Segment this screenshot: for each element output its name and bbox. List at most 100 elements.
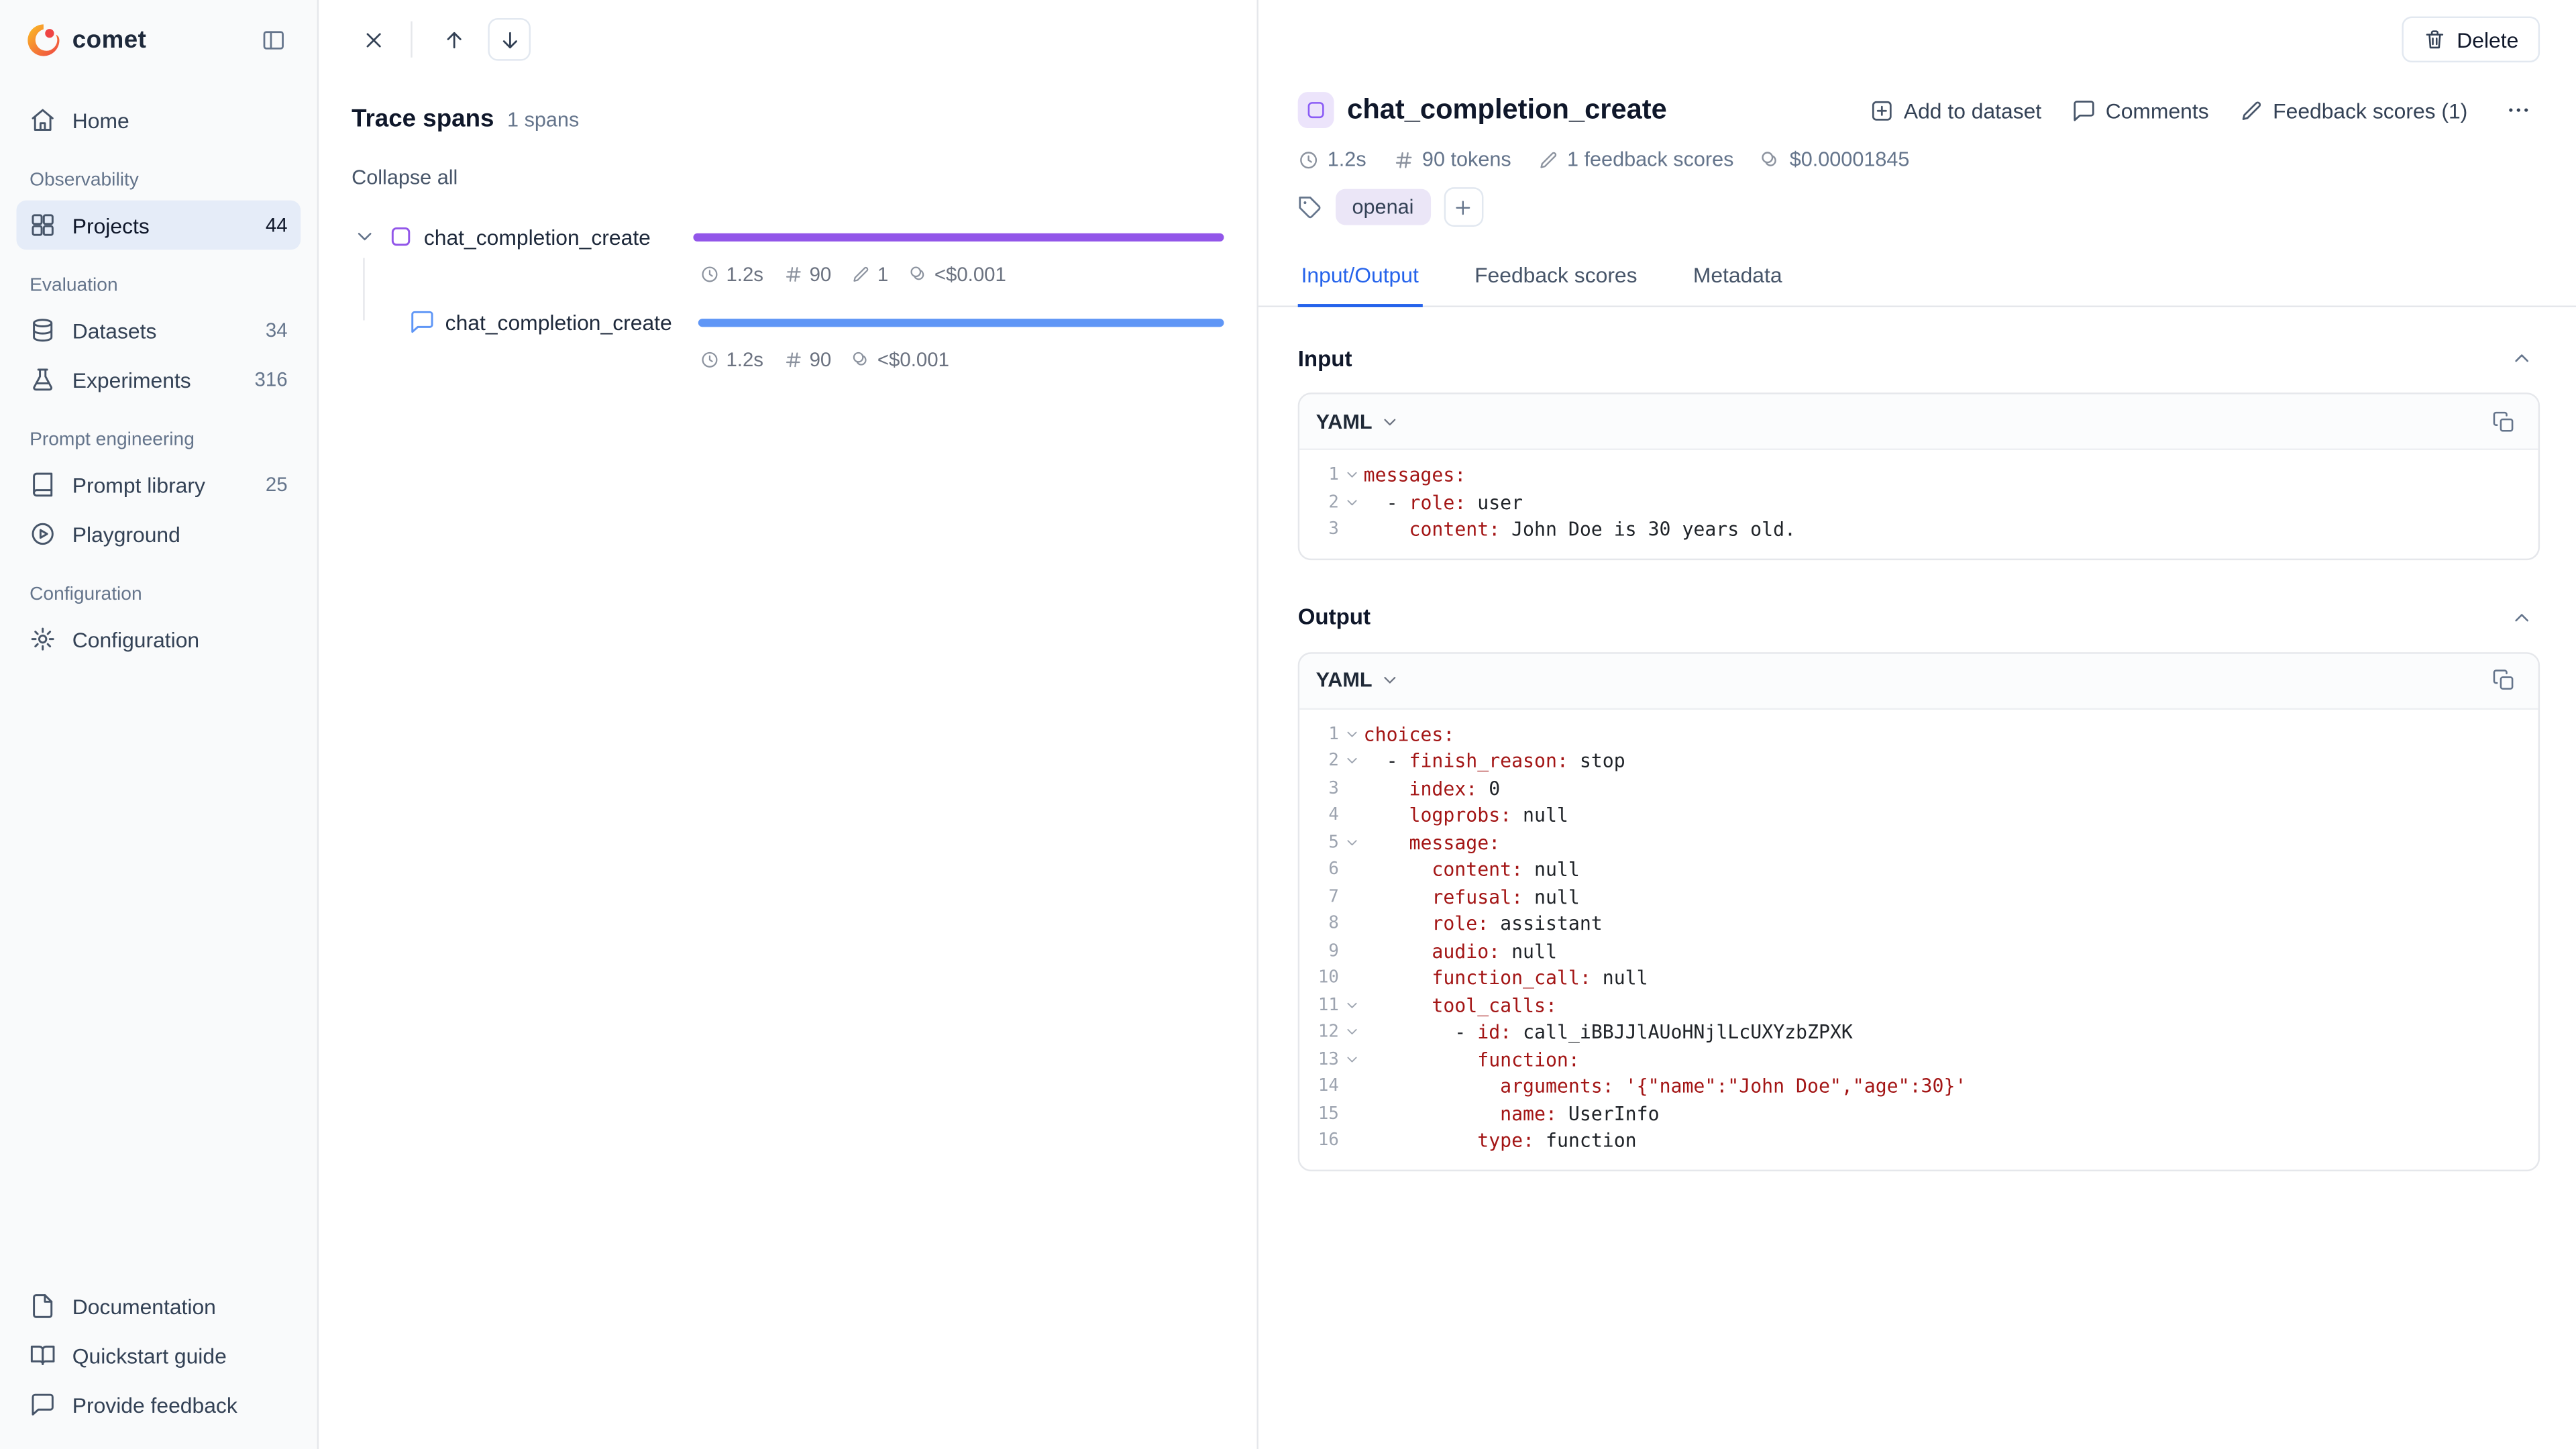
llm-box-span-icon (388, 223, 414, 250)
sidebar: comet HomeObservabilityProjects44Evaluat… (0, 0, 319, 1449)
experiments-icon (30, 366, 56, 392)
trace-spans-panel: Trace spans 1 spans Collapse all chat_co… (319, 0, 1258, 1449)
sidebar-item-count: 25 (266, 473, 288, 496)
sidebar-collapse-button[interactable] (255, 21, 291, 58)
fold-toggle-icon[interactable] (1339, 997, 1364, 1013)
fold-toggle-icon[interactable] (1339, 467, 1364, 483)
fold-toggle-icon[interactable] (1339, 494, 1364, 511)
trace-meta-row: 1.2s90 tokens1 feedback scores$0.0000184… (1258, 131, 2576, 171)
output-section-title: Output (1298, 604, 1371, 629)
coins-icon (908, 264, 928, 284)
nav-group-label: Evaluation (30, 276, 287, 295)
code-text: function: (1364, 1048, 1580, 1071)
input-code-card-header: YAML (1299, 394, 2538, 450)
tag-list: openai (1336, 189, 1430, 225)
more-actions-button[interactable] (2497, 89, 2540, 131)
code-line: 14 arguments: '{"name":"John Doe","age":… (1306, 1073, 2525, 1099)
code-text: - id: call_iBBJJlAUoHNjlLcUXYzbZPXK (1364, 1020, 1853, 1043)
coins-icon (851, 350, 871, 370)
sidebar-item-experiments[interactable]: Experiments316 (16, 355, 301, 404)
sidebar-item-projects[interactable]: Projects44 (16, 201, 301, 250)
sidebar-item-home[interactable]: Home (16, 95, 301, 144)
code-line: 11 tool_calls: (1306, 991, 2525, 1018)
span-duration-bar[interactable] (693, 233, 1224, 241)
detail-title-wrap: chat_completion_create (1298, 92, 1870, 128)
code-line: 5 message: (1306, 829, 2525, 856)
output-section: Output YAML 1choices:2 - finish_reason: … (1298, 599, 2540, 1171)
clock-icon (700, 264, 719, 284)
code-text: type: function (1364, 1129, 1637, 1152)
detail-body[interactable]: Input YAML 1messages:2 - role: user3 con… (1258, 307, 2576, 1449)
close-button[interactable] (352, 18, 394, 61)
tree-indent (352, 321, 399, 323)
spans-title-row: Trace spans 1 spans (352, 105, 1224, 133)
tab-feedback-scores[interactable]: Feedback scores (1471, 246, 1640, 307)
sidebar-item-label: Configuration (72, 627, 199, 651)
code-text: arguments: '{"name":"John Doe","age":30}… (1364, 1075, 1967, 1097)
previous-trace-button[interactable] (432, 18, 475, 61)
metric-text: <$0.001 (877, 348, 949, 371)
fold-toggle-icon[interactable] (1339, 1051, 1364, 1067)
line-number: 12 (1306, 1022, 1339, 1042)
sidebar-footer-item-documentation[interactable]: Documentation (16, 1281, 301, 1330)
sidebar-header: comet (16, 0, 301, 79)
tab-input-output[interactable]: Input/Output (1298, 246, 1422, 307)
nav-group-label: Prompt engineering (30, 431, 287, 450)
add-tag-button[interactable] (1444, 187, 1483, 227)
comments-button[interactable]: Comments (2071, 98, 2208, 123)
metric-text: 1.2s (726, 263, 763, 286)
pencil-icon (1538, 149, 1559, 170)
fold-toggle-icon[interactable] (1339, 834, 1364, 850)
span-row[interactable]: chat_completion_create (352, 301, 1224, 343)
sidebar-item-configuration[interactable]: Configuration (16, 614, 301, 663)
sidebar-footer-item-provide-feedback[interactable]: Provide feedback (16, 1380, 301, 1429)
span-tree: chat_completion_create1.2s901<$0.001chat… (352, 215, 1224, 1449)
span-name-area: chat_completion_create (352, 309, 693, 335)
expand-caret-icon[interactable] (352, 223, 378, 250)
comet-logo-icon (26, 22, 60, 56)
span-duration-bar[interactable] (698, 319, 1224, 327)
line-number: 15 (1306, 1104, 1339, 1123)
span-name-area: chat_completion_create (352, 223, 693, 250)
sidebar-item-count: 44 (266, 213, 288, 236)
copy-output-button[interactable] (2485, 662, 2522, 698)
spans-toolbar (352, 0, 1224, 79)
code-line: 4 logprobs: null (1306, 802, 2525, 828)
span-row[interactable]: chat_completion_create (352, 215, 1224, 258)
span-name: chat_completion_create (445, 310, 672, 335)
next-trace-button[interactable] (488, 18, 531, 61)
sidebar-item-label: Datasets (72, 318, 157, 343)
brand[interactable]: comet (26, 22, 146, 56)
sidebar-item-prompt-library[interactable]: Prompt library25 (16, 460, 301, 509)
sidebar-item-count: 34 (266, 319, 288, 341)
tag-chip[interactable]: openai (1336, 189, 1430, 225)
sidebar-item-datasets[interactable]: Datasets 34 (16, 306, 301, 355)
delete-button[interactable]: Delete (2402, 16, 2540, 62)
collapse-all-button[interactable]: Collapse all (352, 166, 458, 189)
fold-toggle-icon[interactable] (1339, 726, 1364, 742)
output-code: 1choices:2 - finish_reason: stop3 index:… (1299, 709, 2538, 1169)
code-text: message: (1364, 831, 1500, 854)
line-number: 16 (1306, 1131, 1339, 1150)
fold-toggle-icon[interactable] (1339, 753, 1364, 769)
feedback-scores-button[interactable]: Feedback scores (1) (2239, 98, 2468, 123)
configuration-icon (30, 626, 56, 652)
code-text: choices: (1364, 722, 1455, 745)
fold-toggle-icon[interactable] (1339, 1024, 1364, 1040)
copy-input-button[interactable] (2485, 403, 2522, 439)
output-format-select[interactable]: YAML (1316, 669, 1401, 692)
sidebar-item-label: Provide feedback (72, 1393, 237, 1417)
span-duration-track (693, 301, 1224, 343)
sidebar-footer-item-quickstart-guide[interactable]: Quickstart guide (16, 1331, 301, 1380)
collapse-input-button[interactable] (2504, 340, 2540, 376)
tab-metadata[interactable]: Metadata (1690, 246, 1786, 307)
code-line: 7 refusal: null (1306, 883, 2525, 910)
meta-text: 90 tokens (1422, 148, 1511, 170)
line-number: 5 (1306, 833, 1339, 852)
collapse-output-button[interactable] (2504, 599, 2540, 635)
code-line: 3 content: John Doe is 30 years old. (1306, 516, 2525, 543)
tree-guide (363, 258, 364, 320)
add-to-dataset-button[interactable]: Add to dataset (1869, 98, 2041, 123)
input-format-select[interactable]: YAML (1316, 410, 1401, 433)
sidebar-item-playground[interactable]: Playground (16, 509, 301, 558)
